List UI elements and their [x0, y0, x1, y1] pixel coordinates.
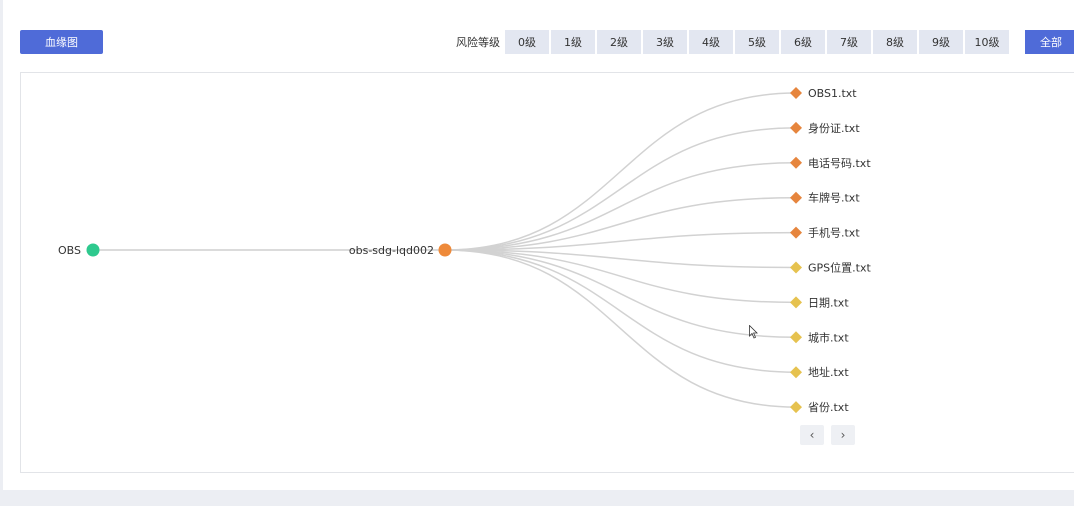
edge-bucket-file: [444, 127, 797, 251]
edge-bucket-file: [444, 162, 797, 251]
file-node[interactable]: [790, 331, 802, 344]
source-node[interactable]: [86, 243, 100, 257]
bucket-node[interactable]: [438, 243, 452, 257]
file-node-label: 车牌号.txt: [808, 191, 860, 205]
file-node-label: 身份证.txt: [808, 121, 860, 135]
mouse-cursor-icon: [749, 325, 758, 339]
edge-bucket-file: [444, 249, 797, 304]
edge-bucket-file: [444, 196, 797, 251]
file-node[interactable]: [790, 401, 802, 414]
file-node[interactable]: [790, 87, 802, 99]
file-node[interactable]: [790, 366, 802, 379]
file-node[interactable]: [790, 191, 802, 204]
file-node[interactable]: [790, 261, 802, 274]
file-node[interactable]: [790, 121, 802, 134]
chevron-left-icon[interactable]: ‹: [800, 425, 824, 445]
edge-bucket-file: [444, 249, 797, 408]
file-node-label: 地址.txt: [808, 365, 849, 379]
edge-bucket-file: [444, 249, 797, 373]
file-node-label: 省份.txt: [808, 401, 849, 414]
file-node-label: 城市.txt: [808, 330, 849, 344]
edge-bucket-file: [444, 92, 797, 251]
edge-bucket-file: [444, 249, 797, 339]
lineage-graph: OBS obs-sdg-lqd002 OBS1.txt 身份证.txt 电话号码.txt…: [58, 87, 871, 414]
file-node-label: 电话号码.txt: [808, 157, 871, 170]
file-node-label: OBS1.txt: [808, 87, 857, 100]
file-node[interactable]: [790, 156, 802, 169]
file-node-label: 日期.txt: [808, 296, 849, 309]
file-node-label: GPS位置.txt: [808, 261, 871, 275]
chevron-right-icon[interactable]: ›: [831, 425, 855, 445]
file-node[interactable]: [790, 296, 802, 309]
file-node[interactable]: [790, 226, 802, 239]
file-node-label: 手机号.txt: [808, 226, 860, 240]
bucket-node-label: obs-sdg-lqd002: [349, 244, 434, 257]
source-node-label: OBS: [58, 244, 81, 257]
